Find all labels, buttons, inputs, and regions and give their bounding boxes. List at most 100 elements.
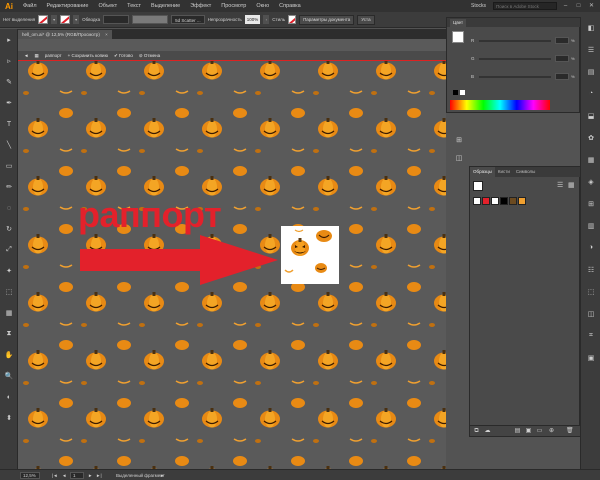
channel-g-field[interactable] — [555, 55, 569, 62]
white-swatch[interactable] — [460, 90, 465, 95]
next-page-icon[interactable]: ► — [88, 472, 92, 479]
fill-stroke-swatch[interactable] — [452, 31, 464, 43]
curvature-icon[interactable]: ✒ — [3, 98, 15, 108]
rectangle-tool-icon[interactable]: ▭ — [3, 161, 15, 171]
page-field[interactable]: 1 — [70, 472, 84, 479]
first-page-icon[interactable]: |◄ — [52, 472, 58, 479]
trash-icon[interactable]: 🗑 — [566, 428, 574, 435]
stroke-label[interactable]: Обводка — [82, 17, 100, 22]
links-icon[interactable]: ▣ — [586, 353, 596, 362]
color-panel-title[interactable]: Цвет — [450, 19, 467, 27]
stroke-dropdown-icon[interactable]: ▾ — [73, 15, 80, 24]
gradient-panel-icon[interactable]: ⬚ — [586, 287, 596, 296]
brushes-icon[interactable]: ◈ — [586, 177, 596, 186]
graphic-styles-icon[interactable]: ⬓ — [586, 111, 596, 120]
minimize-icon[interactable]: – — [561, 2, 570, 11]
drawing-mode-icon[interactable]: ⬍ — [3, 413, 15, 423]
tab-symbols[interactable]: Символы — [513, 167, 538, 177]
cancel-button[interactable]: ⊘ Отмена — [139, 53, 160, 59]
shape-builder-icon[interactable]: ⬚ — [3, 287, 15, 297]
menu-item-window[interactable]: Окно — [251, 0, 274, 12]
pencil-tool-icon[interactable]: ✏ — [3, 182, 15, 192]
menu-item-select[interactable]: Выделение — [146, 0, 185, 12]
blob-brush-icon[interactable]: ◌ — [3, 203, 15, 213]
properties-icon[interactable]: ☰ — [586, 45, 596, 54]
appearance-icon[interactable]: ◔ — [586, 89, 596, 98]
artboards-icon[interactable]: ⌗ — [586, 331, 596, 340]
stroke-panel-icon[interactable]: ☷ — [586, 265, 596, 274]
tab-swatches[interactable]: Образцы — [470, 167, 495, 177]
swatch-none[interactable] — [473, 197, 481, 205]
channel-r-slider[interactable] — [479, 40, 551, 42]
restore-icon[interactable]: □ — [574, 2, 583, 11]
fill-swatch[interactable] — [38, 15, 49, 24]
brush-field[interactable]: 5d Scatter ... — [171, 15, 205, 24]
cc-icon[interactable]: ☁ — [484, 428, 491, 435]
tab-brushes[interactable]: Кисти — [495, 167, 513, 177]
last-page-icon[interactable]: ►| — [96, 472, 102, 479]
document-settings-button[interactable]: Параметры документа — [299, 14, 355, 25]
rotate-tool-icon[interactable]: ↻ — [3, 224, 15, 234]
artboard-canvas[interactable]: ◄ ▦ раппорт + Сохранить копию ✔ Готово ⊘… — [18, 39, 446, 469]
tab-close-icon[interactable]: × — [105, 32, 108, 37]
done-button[interactable]: ✔ Готово — [114, 53, 133, 59]
channel-g-slider[interactable] — [479, 58, 551, 60]
channel-b-field[interactable] — [555, 73, 569, 80]
group-icon[interactable]: ▣ — [525, 428, 532, 435]
transform-panel-icon[interactable]: ◫ — [586, 309, 596, 318]
stock-search-input[interactable] — [493, 2, 557, 10]
align-panel-icon[interactable]: ⊞ — [586, 199, 596, 208]
new-swatch-icon[interactable]: ⊕ — [548, 428, 555, 435]
menu-item-file[interactable]: Файл — [18, 0, 42, 12]
prev-page-icon[interactable]: ◄ — [62, 472, 66, 479]
back-arrow-icon[interactable]: ◄ — [24, 53, 28, 58]
opacity-field[interactable]: 100% — [244, 15, 261, 24]
fill-stroke-icon[interactable]: ◐ — [3, 392, 15, 402]
layers-icon[interactable]: ▤ — [586, 67, 596, 76]
swatch-registration[interactable] — [482, 197, 490, 205]
opacity-label[interactable]: Непрозрачность — [208, 17, 242, 22]
scale-tool-icon[interactable]: ⤢ — [3, 245, 15, 255]
close-icon[interactable]: ✕ — [587, 2, 596, 11]
blend-tool-icon[interactable]: ⧗ — [3, 329, 15, 339]
library-icon[interactable]: ⧉ — [473, 428, 480, 435]
align-icon[interactable]: ⊞ — [454, 135, 464, 144]
swatch-pattern-2[interactable] — [518, 197, 526, 205]
transform-icon[interactable]: ◫ — [454, 153, 464, 162]
swatch-options-icon[interactable]: ▤ — [514, 428, 521, 435]
selection-tool-icon[interactable]: ▸ — [3, 35, 15, 45]
pen-tool-icon[interactable]: ✎ — [3, 77, 15, 87]
document-tab[interactable]: hell_om.ai* @ 12,5% (RGB/Просмотр) × — [18, 30, 112, 39]
grid-view-icon[interactable]: ▦ — [568, 181, 576, 189]
color-guide-icon[interactable]: ◧ — [586, 23, 596, 32]
status-menu-icon[interactable]: ► — [160, 472, 164, 479]
swatch-white[interactable] — [491, 197, 499, 205]
list-view-icon[interactable]: ☰ — [557, 181, 565, 189]
color-spectrum[interactable] — [450, 100, 550, 110]
black-swatch[interactable] — [453, 90, 458, 95]
menu-item-object[interactable]: Объект — [93, 0, 122, 12]
zoom-tool-icon[interactable]: 🔍 — [3, 371, 15, 381]
menu-item-view[interactable]: Просмотр — [216, 0, 251, 12]
menu-item-edit[interactable]: Редактирование — [42, 0, 94, 12]
style-swatch[interactable] — [288, 15, 297, 24]
swatch-pattern-1[interactable] — [509, 197, 517, 205]
gradient-tool-icon[interactable]: ▦ — [3, 308, 15, 318]
symbols-icon[interactable]: ✿ — [586, 133, 596, 142]
save-copy-button[interactable]: + Сохранить копию — [68, 53, 108, 58]
type-tool-icon[interactable]: T — [3, 119, 15, 129]
swatches-icon[interactable]: ▦ — [586, 155, 596, 164]
pattern-tile[interactable] — [281, 226, 339, 284]
opacity-dropdown-icon[interactable]: › — [263, 15, 270, 24]
channel-r-field[interactable] — [555, 37, 569, 44]
stroke-weight-field[interactable] — [103, 15, 130, 24]
puppet-warp-icon[interactable]: ✦ — [3, 266, 15, 276]
pathfinder-icon[interactable]: ▥ — [586, 221, 596, 230]
menu-item-type[interactable]: Текст — [122, 0, 146, 12]
menu-item-effect[interactable]: Эффект — [185, 0, 216, 12]
swatch-black[interactable] — [500, 197, 508, 205]
stroke-swatch[interactable] — [60, 15, 71, 24]
direct-selection-icon[interactable]: ▹ — [3, 56, 15, 66]
line-tool-icon[interactable]: ╲ — [3, 140, 15, 150]
preferences-button[interactable]: Уста — [357, 14, 375, 25]
